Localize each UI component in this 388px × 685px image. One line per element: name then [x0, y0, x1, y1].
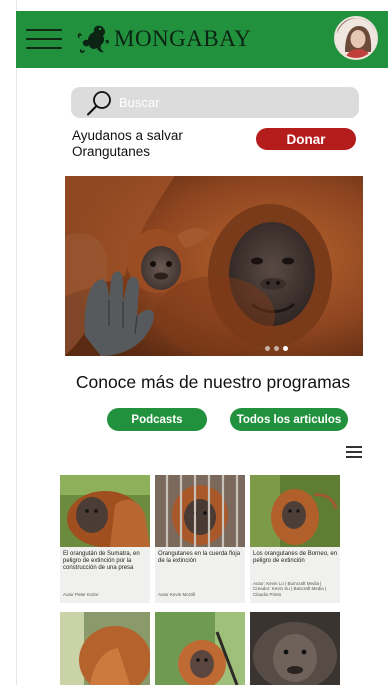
brand-logo[interactable]: MONGABAY — [76, 23, 251, 55]
all-articles-button[interactable]: Todos los articulos — [230, 408, 348, 431]
donate-button[interactable]: Donar — [256, 128, 356, 150]
hamburger-icon[interactable] — [26, 26, 62, 52]
article-card[interactable]: Los orangutanes de Borneo, en peligro de… — [250, 475, 340, 603]
hero-carousel[interactable] — [65, 176, 363, 356]
list-menu-icon[interactable] — [346, 445, 362, 459]
carousel-dot[interactable] — [274, 346, 279, 351]
article-title: Los orangutanes de Borneo, en peligro de… — [253, 551, 338, 564]
article-title: Orangutanes en la cuerda floja de la ext… — [158, 551, 241, 564]
search-icon[interactable] — [85, 89, 113, 117]
carousel-dot-active[interactable] — [283, 346, 288, 351]
article-title: El orangután de Sumatra, en peligro de e… — [63, 551, 140, 571]
avatar-portrait — [336, 18, 376, 58]
search-bar[interactable] — [71, 87, 359, 118]
article-card[interactable]: Orangutanes en la cuerda floja de la ext… — [155, 475, 245, 603]
article-author: Autor Kevin McGill — [158, 591, 196, 597]
carousel-indicators — [265, 346, 288, 351]
article-author: Autor Peter Kotze — [63, 591, 99, 597]
article-card[interactable] — [155, 612, 245, 685]
article-card[interactable] — [60, 612, 150, 685]
article-card[interactable]: El orangután de Sumatra, en peligro de e… — [60, 475, 150, 603]
user-avatar[interactable] — [334, 16, 378, 60]
article-author: Autor: Kevin Lo | Bumcraft Media | Cread… — [253, 580, 327, 597]
podcasts-button[interactable]: Podcasts — [107, 408, 207, 431]
article-thumbnail — [60, 612, 150, 685]
article-card[interactable] — [250, 612, 340, 685]
gecko-logo-icon — [77, 25, 109, 53]
donate-prompt: Ayudanos a salvar Orangutanes — [72, 128, 183, 159]
article-thumbnail — [250, 475, 340, 547]
top-app-bar: MONGABAY — [16, 11, 388, 68]
brand-name: MONGABAY — [114, 26, 252, 51]
hero-orangutan-image — [65, 176, 363, 356]
search-input[interactable] — [119, 87, 349, 118]
carousel-dot[interactable] — [265, 346, 270, 351]
article-thumbnail — [155, 612, 245, 685]
article-thumbnail — [60, 475, 150, 547]
article-thumbnail — [155, 475, 245, 547]
section-title: Conoce más de nuestro programas — [75, 372, 351, 392]
article-thumbnail — [250, 612, 340, 685]
